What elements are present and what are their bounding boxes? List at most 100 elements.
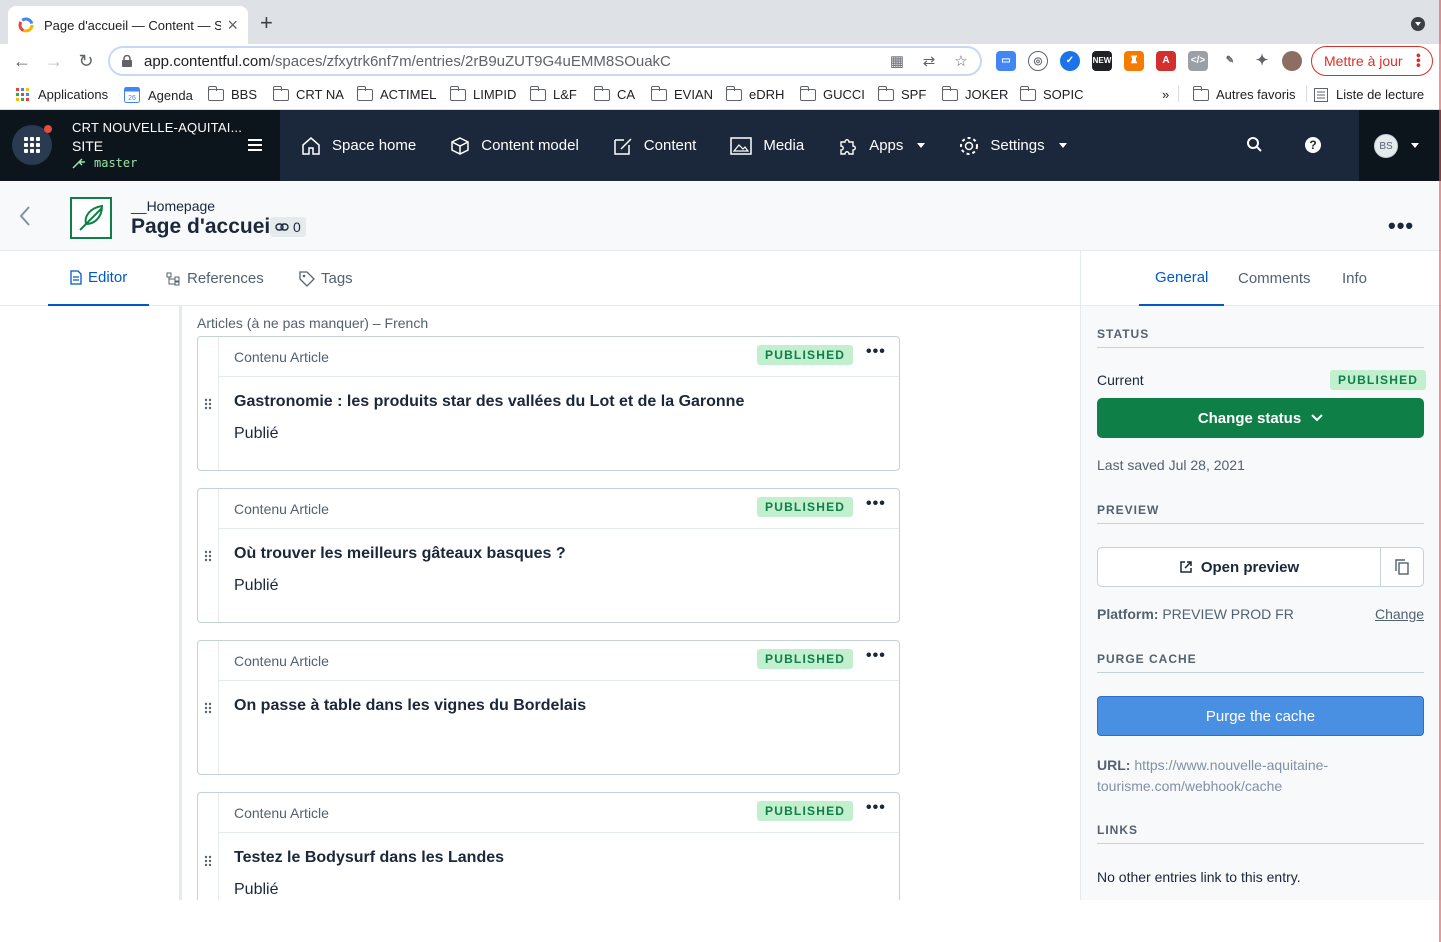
change-status-button[interactable]: Change status (1097, 398, 1424, 438)
tab-references[interactable]: References (166, 251, 264, 306)
tab-tags[interactable]: Tags (299, 251, 353, 306)
card-menu-icon[interactable]: ••• (866, 343, 886, 361)
extension-news-icon[interactable]: NEW (1092, 51, 1112, 71)
copy-link-button[interactable] (1381, 548, 1423, 586)
bookmark-folder[interactable]: eDRH (725, 85, 784, 102)
browser-tab[interactable]: Page d'accueil — Content — SI × (8, 6, 248, 44)
pdf-extension-icon[interactable]: A (1156, 51, 1176, 71)
profile-avatar-icon[interactable] (1282, 51, 1302, 71)
bookmark-agenda[interactable]: 26 Agenda (124, 87, 193, 103)
space-switcher[interactable]: CRT NOUVELLE-AQUITAI... SITE master (0, 110, 280, 181)
svg-text:26: 26 (128, 95, 136, 102)
references-tree-icon (166, 272, 180, 285)
bookmark-apps[interactable]: Applications (16, 87, 108, 102)
translate-icon[interactable]: ⇄ (920, 53, 938, 71)
reference-card[interactable]: Contenu Article PUBLISHED ••• On passe à… (197, 640, 900, 775)
bookmark-divider (1178, 86, 1179, 102)
bookmark-folder[interactable]: LIMPID (449, 85, 516, 102)
back-arrow-icon[interactable] (16, 204, 34, 228)
code-extension-icon[interactable]: </> (1188, 51, 1208, 71)
reload-icon[interactable]: ↻ (76, 51, 96, 71)
nav-label: Apps (869, 137, 904, 154)
card-menu-icon[interactable]: ••• (866, 799, 886, 817)
nav-apps[interactable]: Apps (837, 135, 926, 157)
purge-cache-button[interactable]: Purge the cache (1097, 696, 1424, 736)
folder-icon (356, 85, 373, 101)
folder-icon (272, 85, 289, 101)
bookmark-folder[interactable]: SOPIC (1019, 85, 1083, 102)
drag-handle-icon[interactable] (198, 641, 219, 774)
update-browser-label: Mettre à jour (1324, 53, 1403, 69)
bookmark-star-icon[interactable]: ☆ (952, 53, 970, 71)
links-count-badge[interactable]: 0 (270, 217, 306, 237)
tab-comments[interactable]: Comments (1238, 251, 1311, 306)
nav-media[interactable]: Media (729, 135, 804, 157)
space-name: CRT NOUVELLE-AQUITAI... (72, 120, 243, 135)
user-menu[interactable]: BS (1359, 110, 1441, 181)
new-tab-icon[interactable]: + (260, 12, 273, 34)
bookmarks-overflow-button[interactable]: » (1162, 87, 1169, 102)
browser-menu-icon[interactable]: ••• (1411, 53, 1427, 68)
nav-space-home[interactable]: Space home (300, 135, 416, 157)
folder-icon (877, 85, 894, 101)
chevron-down-icon (1058, 143, 1067, 148)
tab-label: Tags (321, 270, 353, 287)
back-icon[interactable]: ← (12, 51, 32, 71)
bookmark-divider (1306, 86, 1307, 102)
reference-card[interactable]: Contenu Article PUBLISHED ••• Où trouver… (197, 488, 900, 623)
tab-info[interactable]: Info (1342, 251, 1367, 306)
bookmark-folder[interactable]: EVIAN (650, 85, 713, 102)
nav-label: Space home (332, 137, 417, 154)
bookmark-folder[interactable]: CA (593, 85, 635, 102)
more-actions-icon[interactable]: ••• (1388, 213, 1414, 239)
tab-search-icon[interactable] (1411, 17, 1425, 31)
bookmark-folder[interactable]: CRT NA (272, 85, 344, 102)
menu-icon[interactable] (248, 139, 262, 154)
search-icon[interactable] (1246, 136, 1264, 154)
update-browser-button[interactable]: Mettre à jour ••• (1311, 46, 1433, 76)
extension-icon[interactable]: ◎ (1028, 51, 1048, 71)
bookmark-folder[interactable]: L&F (529, 85, 577, 102)
platform-change-link[interactable]: Change (1375, 606, 1424, 622)
nav-content[interactable]: Content (612, 135, 696, 157)
drag-handle-icon[interactable] (198, 337, 219, 470)
extensions-puzzle-icon[interactable]: ✦ (1252, 51, 1272, 71)
card-menu-icon[interactable]: ••• (866, 647, 886, 665)
lock-icon (122, 55, 132, 67)
bookmark-folder[interactable]: ACTIMEL (356, 85, 436, 102)
extension-icon[interactable]: ▭ (996, 51, 1016, 71)
reading-list[interactable]: Liste de lecture (1314, 87, 1424, 102)
card-menu-icon[interactable]: ••• (866, 495, 886, 513)
bookmark-folder[interactable]: GUCCI (799, 85, 865, 102)
open-preview-button[interactable]: Open preview (1098, 548, 1381, 586)
reference-card[interactable]: Contenu Article PUBLISHED ••• Gastronomi… (197, 336, 900, 471)
branch-name: master (94, 156, 138, 170)
bookmark-folder[interactable]: SPF (877, 85, 926, 102)
folder-icon (941, 85, 958, 101)
extension-check-icon[interactable]: ✓ (1060, 51, 1080, 71)
drag-handle-icon[interactable] (198, 489, 219, 622)
bookmark-folder[interactable]: JOKER (941, 85, 1008, 102)
bookmark-folder[interactable]: BBS (207, 85, 257, 102)
links-empty-text: No other entries link to this entry. (1097, 869, 1301, 885)
close-tab-icon[interactable]: × (227, 15, 238, 36)
open-preview-group: Open preview (1097, 547, 1424, 587)
folder-icon (799, 85, 816, 101)
tab-general[interactable]: General (1139, 251, 1225, 306)
media-icon (730, 136, 753, 155)
help-icon[interactable]: ? (1305, 137, 1321, 153)
apps-puzzle-icon (840, 138, 857, 155)
nav-content-model[interactable]: Content model (449, 135, 579, 157)
url-label: URL: (1097, 757, 1131, 773)
address-bar[interactable]: app.contentful.com/spaces/zfxytrk6nf7m/e… (108, 46, 982, 76)
environment-name: SITE (72, 138, 104, 154)
tab-editor[interactable]: Editor (48, 251, 150, 306)
extension-icon[interactable]: ♜ (1124, 51, 1144, 71)
nav-label: Content model (481, 137, 579, 154)
qr-code-icon[interactable]: ▦ (888, 53, 906, 71)
eyedropper-extension-icon[interactable]: ✎ (1220, 51, 1240, 71)
bookmark-other-favorites[interactable]: Autres favoris (1192, 85, 1295, 102)
nav-settings[interactable]: Settings (958, 135, 1067, 157)
folder-icon (449, 85, 466, 101)
forward-icon[interactable]: → (44, 51, 64, 71)
